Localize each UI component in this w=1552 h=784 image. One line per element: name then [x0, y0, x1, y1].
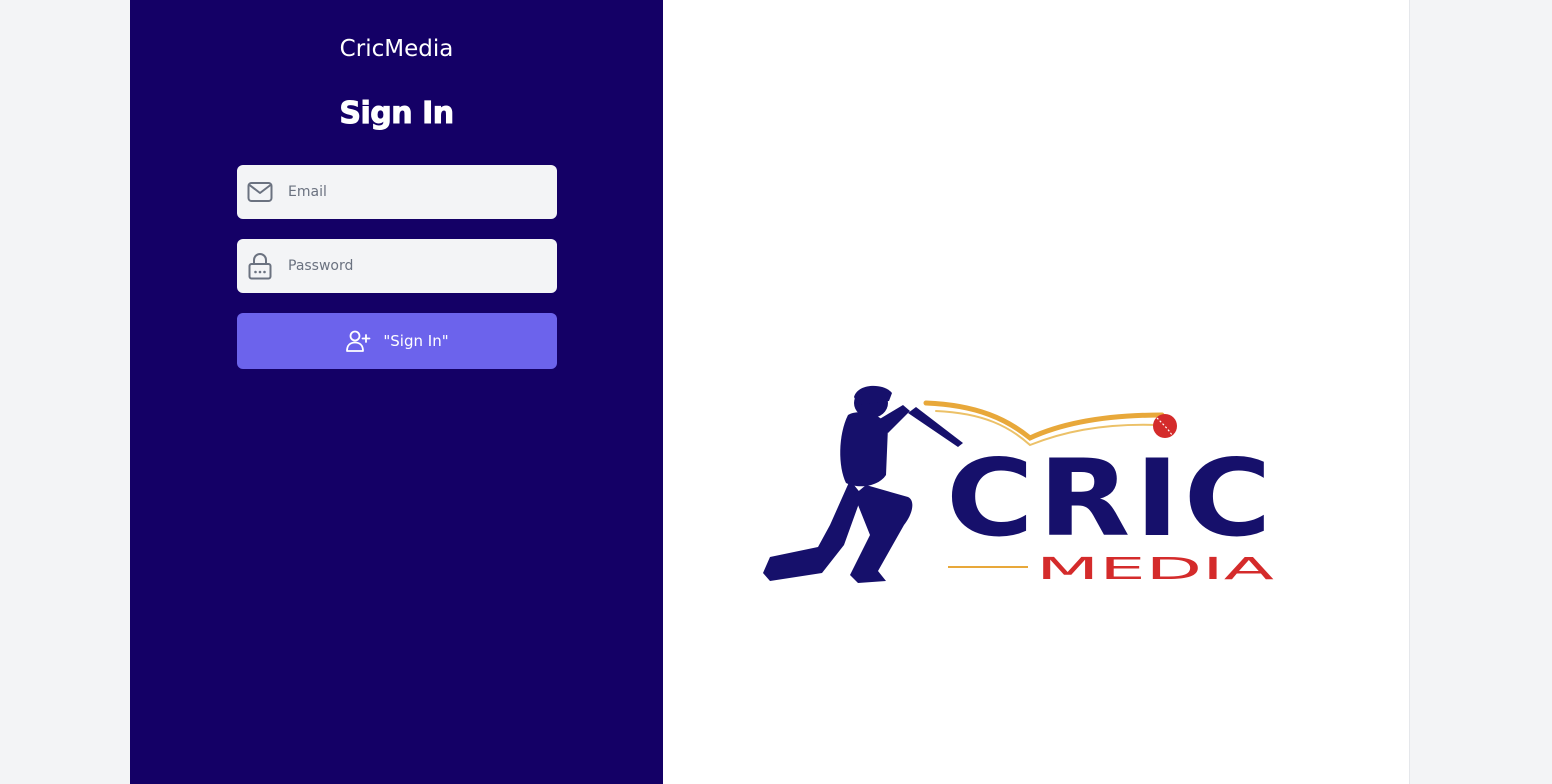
logo-word-sub: MEDIA — [1036, 552, 1275, 587]
page: CricMedia Sign In Email "Sign In" CRIC M… — [130, 0, 1410, 784]
app-title: CricMedia — [339, 36, 454, 62]
email-field[interactable] — [237, 165, 557, 219]
sign-in-panel: CricMedia Sign In Email "Sign In" — [130, 0, 663, 784]
email-input[interactable] — [286, 183, 540, 201]
ball-trail — [923, 400, 1165, 441]
sign-in-button[interactable]: "Sign In" — [237, 313, 557, 369]
brand-panel: CRIC MEDIA — [663, 0, 1410, 784]
page-title: Sign In — [339, 96, 455, 132]
lock-icon — [247, 253, 273, 280]
password-field[interactable] — [237, 239, 557, 293]
user-plus-icon — [345, 328, 371, 354]
batsman-silhouette — [763, 385, 963, 583]
cricmedia-logo: CRIC MEDIA — [763, 385, 1276, 587]
cricket-ball-icon — [1153, 414, 1177, 438]
password-input[interactable] — [286, 257, 540, 275]
logo-word-main: CRIC — [946, 437, 1276, 560]
sign-in-button-label: "Sign In" — [383, 332, 449, 350]
mail-icon — [247, 179, 273, 205]
